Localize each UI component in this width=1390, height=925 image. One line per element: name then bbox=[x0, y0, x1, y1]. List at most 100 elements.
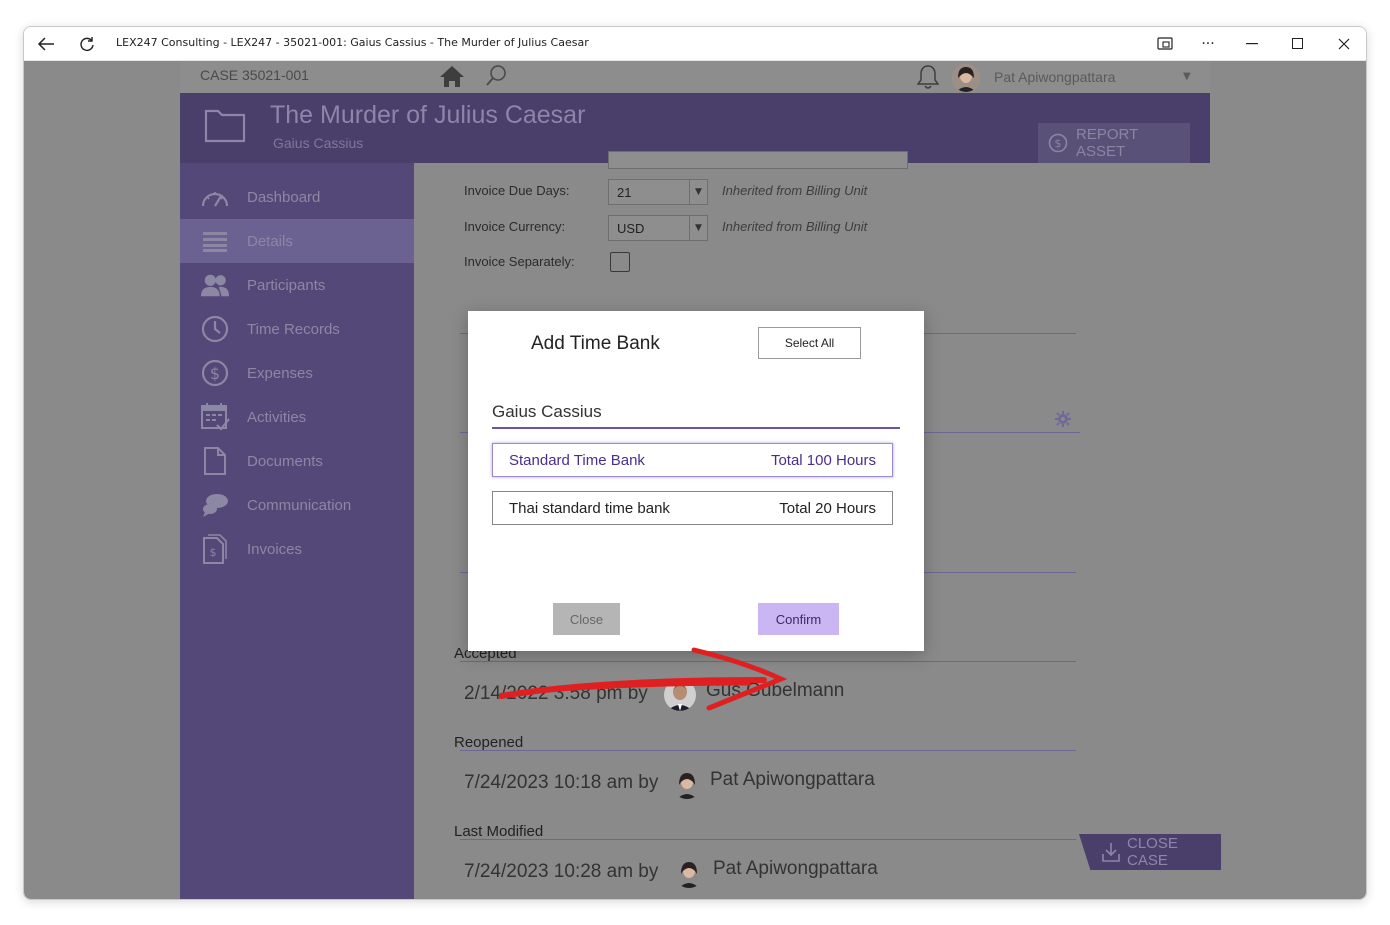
calendar-icon bbox=[200, 402, 230, 432]
sidebar: Dashboard Details Participants Time Reco… bbox=[180, 163, 414, 899]
time-bank-option[interactable]: Standard Time Bank Total 100 Hours bbox=[492, 443, 893, 477]
accepted-by-name[interactable]: Gus Gubelmann bbox=[706, 680, 844, 702]
avatar bbox=[664, 679, 696, 711]
invoice-currency-label: Invoice Currency: bbox=[464, 219, 566, 234]
time-bank-total: Total 20 Hours bbox=[779, 499, 876, 517]
dialog-title: Add Time Bank bbox=[531, 333, 660, 354]
svg-text:$: $ bbox=[210, 546, 217, 559]
chevron-down-icon: ▼ bbox=[689, 180, 707, 204]
close-case-button[interactable]: CLOSE CASE bbox=[1079, 834, 1221, 870]
divider bbox=[460, 750, 1076, 751]
chevron-down-icon[interactable]: ▼ bbox=[1183, 71, 1191, 82]
time-bank-name: Thai standard time bank bbox=[509, 499, 670, 517]
invoice-currency-select[interactable]: USD ▼ bbox=[608, 215, 708, 241]
invoice-due-days-label: Invoice Due Days: bbox=[464, 183, 570, 198]
home-icon[interactable] bbox=[422, 61, 482, 93]
download-icon bbox=[1101, 842, 1121, 862]
sidebar-item-time-records[interactable]: Time Records bbox=[180, 307, 414, 351]
close-case-label: CLOSE CASE bbox=[1127, 835, 1178, 869]
sidebar-item-label: Invoices bbox=[247, 540, 303, 558]
sidebar-item-details[interactable]: Details bbox=[180, 219, 414, 263]
gear-icon[interactable] bbox=[1055, 411, 1071, 431]
invoice-due-days-value: 21 bbox=[617, 185, 632, 200]
invoice-icon: $ bbox=[200, 534, 230, 564]
case-number: CASE 35021-001 bbox=[200, 67, 309, 83]
invoice-due-days-select[interactable]: 21 ▼ bbox=[608, 179, 708, 205]
add-time-bank-dialog: Add Time Bank Select All Gaius Cassius S… bbox=[468, 311, 924, 651]
report-asset-label: REPORT ASSET bbox=[1076, 126, 1138, 160]
divider bbox=[460, 839, 1076, 840]
sidebar-item-label: Communication bbox=[247, 496, 352, 514]
svg-text:$: $ bbox=[1055, 137, 1062, 150]
window-title: LEX247 Consulting - LEX247 - 35021-001: … bbox=[116, 36, 589, 49]
more-icon[interactable]: ··· bbox=[1198, 34, 1218, 54]
hidden-select[interactable] bbox=[608, 151, 908, 169]
search-icon[interactable] bbox=[482, 61, 512, 93]
title-bar: LEX247 Consulting - LEX247 - 35021-001: … bbox=[24, 27, 1366, 61]
sidebar-item-label: Dashboard bbox=[247, 188, 321, 206]
invoice-separately-checkbox[interactable] bbox=[610, 252, 630, 272]
browser-window: LEX247 Consulting - LEX247 - 35021-001: … bbox=[23, 26, 1367, 900]
chevron-down-icon: ▼ bbox=[689, 216, 707, 240]
invoice-currency-value: USD bbox=[617, 221, 645, 236]
dollar-icon: $ bbox=[200, 358, 230, 388]
avatar bbox=[674, 858, 704, 888]
cast-icon[interactable] bbox=[1155, 34, 1175, 54]
divider bbox=[460, 661, 1076, 662]
sidebar-item-label: Expenses bbox=[247, 364, 313, 382]
chat-icon bbox=[200, 490, 230, 520]
svg-text:$: $ bbox=[210, 364, 220, 383]
sidebar-item-participants[interactable]: Participants bbox=[180, 263, 414, 307]
bell-icon[interactable] bbox=[915, 63, 941, 95]
folder-icon bbox=[204, 105, 246, 149]
case-subtitle: Gaius Cassius bbox=[273, 135, 364, 151]
clock-icon bbox=[200, 314, 230, 344]
sidebar-item-label: Participants bbox=[247, 276, 326, 294]
sidebar-item-dashboard[interactable]: Dashboard bbox=[180, 175, 414, 219]
document-icon bbox=[200, 446, 230, 476]
dollar-circle-icon: $ bbox=[1048, 133, 1068, 153]
sidebar-item-invoices[interactable]: $ Invoices bbox=[180, 527, 414, 571]
user-avatar[interactable] bbox=[952, 64, 980, 92]
people-icon bbox=[200, 270, 230, 300]
close-window-icon[interactable] bbox=[1334, 34, 1354, 54]
top-bar: CASE 35021-001 Pat Apiwongpattara ▼ bbox=[180, 61, 1210, 93]
back-arrow-icon[interactable] bbox=[36, 34, 56, 54]
sidebar-item-label: Details bbox=[247, 232, 293, 250]
gauge-icon bbox=[200, 182, 230, 212]
time-bank-total: Total 100 Hours bbox=[770, 451, 876, 469]
sidebar-item-label: Time Records bbox=[247, 320, 340, 338]
reopened-label: Reopened bbox=[454, 734, 524, 751]
last-modified-timestamp: 7/24/2023 10:28 am by bbox=[464, 861, 659, 882]
sidebar-item-label: Documents bbox=[247, 452, 323, 470]
sidebar-item-activities[interactable]: Activities bbox=[180, 395, 414, 439]
case-title: The Murder of Julius Caesar bbox=[270, 101, 586, 129]
report-asset-button[interactable]: $ REPORT ASSET bbox=[1038, 123, 1190, 163]
invoice-currency-note: Inherited from Billing Unit bbox=[722, 219, 868, 234]
user-name[interactable]: Pat Apiwongpattara bbox=[994, 69, 1115, 85]
reopened-by-name[interactable]: Pat Apiwongpattara bbox=[710, 769, 875, 791]
time-bank-name: Standard Time Bank bbox=[509, 451, 645, 469]
avatar bbox=[672, 769, 702, 799]
close-button[interactable]: Close bbox=[553, 603, 620, 635]
invoice-separately-label: Invoice Separately: bbox=[464, 254, 575, 269]
sidebar-item-documents[interactable]: Documents bbox=[180, 439, 414, 483]
reopened-timestamp: 7/24/2023 10:18 am by bbox=[464, 772, 659, 793]
refresh-icon[interactable] bbox=[77, 34, 97, 54]
accepted-timestamp: 2/14/2022 3:58 pm by bbox=[464, 683, 648, 704]
sidebar-item-communication[interactable]: Communication bbox=[180, 483, 414, 527]
sidebar-item-expenses[interactable]: $ Expenses bbox=[180, 351, 414, 395]
maximize-icon[interactable] bbox=[1288, 34, 1308, 54]
participant-underline bbox=[492, 427, 900, 429]
participant-name: Gaius Cassius bbox=[492, 402, 602, 421]
sidebar-item-label: Activities bbox=[247, 408, 307, 426]
last-modified-label: Last Modified bbox=[454, 823, 544, 840]
confirm-button[interactable]: Confirm bbox=[758, 603, 839, 635]
last-modified-by-name[interactable]: Pat Apiwongpattara bbox=[713, 858, 878, 880]
time-bank-option[interactable]: Thai standard time bank Total 20 Hours bbox=[492, 491, 893, 525]
list-icon bbox=[200, 226, 230, 256]
minimize-icon[interactable] bbox=[1242, 34, 1262, 54]
select-all-button[interactable]: Select All bbox=[758, 327, 861, 359]
page-content: CASE 35021-001 Pat Apiwongpattara ▼ The … bbox=[24, 61, 1366, 899]
invoice-due-days-note: Inherited from Billing Unit bbox=[722, 183, 868, 198]
